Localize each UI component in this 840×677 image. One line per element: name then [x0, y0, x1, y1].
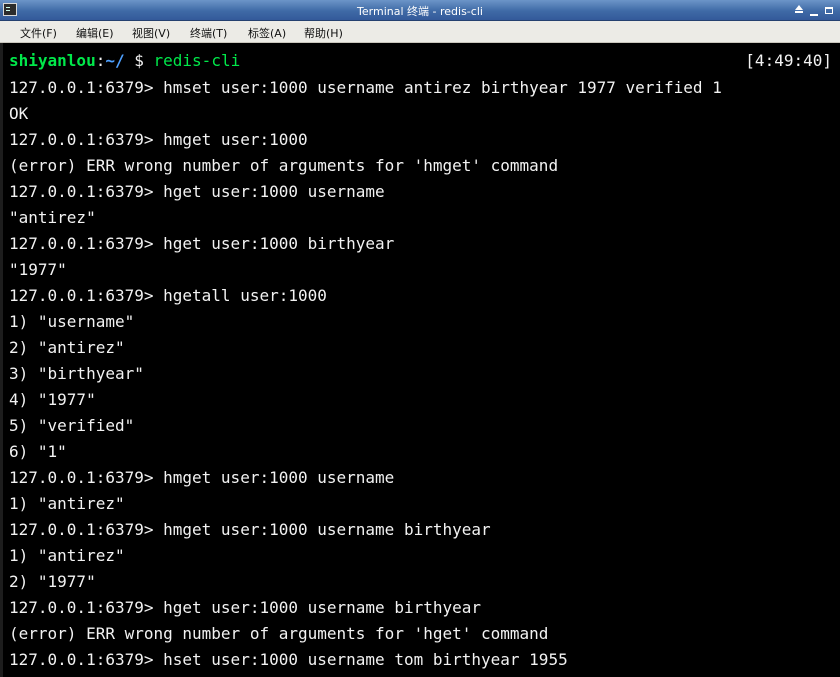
terminal-line: 2) "antirez" [9, 338, 125, 357]
maximize-button[interactable] [822, 2, 836, 17]
terminal-line: 127.0.0.1:6379> hmget user:1000 username [9, 468, 395, 487]
terminal-line: 3) "birthyear" [9, 364, 144, 383]
terminal-line: 2) "1977" [9, 572, 96, 591]
title-bar[interactable]: Terminal 终端 - redis-cli [0, 0, 840, 21]
prompt-colon: : [95, 51, 106, 70]
terminal-window: Terminal 终端 - redis-cli 文件(F) 编辑(E) 视图(V… [0, 0, 840, 677]
terminal-line: (error) ERR wrong number of arguments fo… [9, 156, 559, 175]
menu-file[interactable]: 文件(F) [20, 25, 57, 41]
terminal-line: 127.0.0.1:6379> hmget user:1000 username… [9, 520, 491, 539]
terminal-line: 4) "1977" [9, 390, 96, 409]
terminal-line: 127.0.0.1:6379> hset user:1000 username … [9, 650, 568, 669]
maximize-icon [825, 7, 833, 14]
shell-prompt-line: shiyanlou:~/ $ redis-cli [9, 49, 240, 72]
terminal-line: (error) ERR wrong number of arguments fo… [9, 624, 549, 643]
menu-help[interactable]: 帮助(H) [304, 25, 343, 41]
prompt-user: shiyanlou [9, 51, 96, 70]
terminal-line: 1) "antirez" [9, 546, 125, 565]
menu-view[interactable]: 视图(V) [132, 25, 170, 41]
terminal-line: 6) "1" [9, 442, 67, 461]
terminal-line: 127.0.0.1:6379> hgetall user:1000 [9, 286, 327, 305]
terminal-line: 127.0.0.1:6379> hmget user:1000 [9, 130, 308, 149]
terminal-left-edge [0, 43, 3, 677]
prompt-clock: [4:49:40] [745, 51, 832, 70]
terminal-line: "1977" [9, 260, 67, 279]
eject-icon [794, 5, 804, 14]
prompt-dollar: $ [124, 51, 154, 70]
menu-terminal[interactable]: 终端(T) [190, 25, 227, 41]
terminal-line: 127.0.0.1:6379> hget user:1000 username [9, 182, 385, 201]
prompt-command: redis-cli [153, 51, 241, 70]
terminal-line: 1) "antirez" [9, 494, 125, 513]
minimize-icon [810, 14, 818, 16]
terminal-output[interactable]: shiyanlou:~/ $ redis-cli [4:49:40] 127.0… [0, 43, 840, 677]
terminal-line: 127.0.0.1:6379> hget user:1000 birthyear [9, 234, 395, 253]
prompt-path: ~/ [105, 51, 125, 70]
shade-window-button[interactable] [792, 2, 806, 17]
menu-bar: 文件(F) 编辑(E) 视图(V) 终端(T) 标签(A) 帮助(H) [0, 21, 840, 43]
terminal-line: 1) "username" [9, 312, 135, 331]
menu-edit[interactable]: 编辑(E) [76, 25, 114, 41]
window-title: Terminal 终端 - redis-cli [357, 5, 483, 18]
terminal-line: OK [9, 104, 29, 123]
terminal-line: 127.0.0.1:6379> hget user:1000 username … [9, 598, 482, 617]
minimize-button[interactable] [807, 2, 821, 17]
terminal-line: 5) "verified" [9, 416, 135, 435]
terminal-line: 127.0.0.1:6379> hmset user:1000 username… [9, 78, 722, 97]
menu-tabs[interactable]: 标签(A) [248, 25, 286, 41]
terminal-line: "antirez" [9, 208, 96, 227]
